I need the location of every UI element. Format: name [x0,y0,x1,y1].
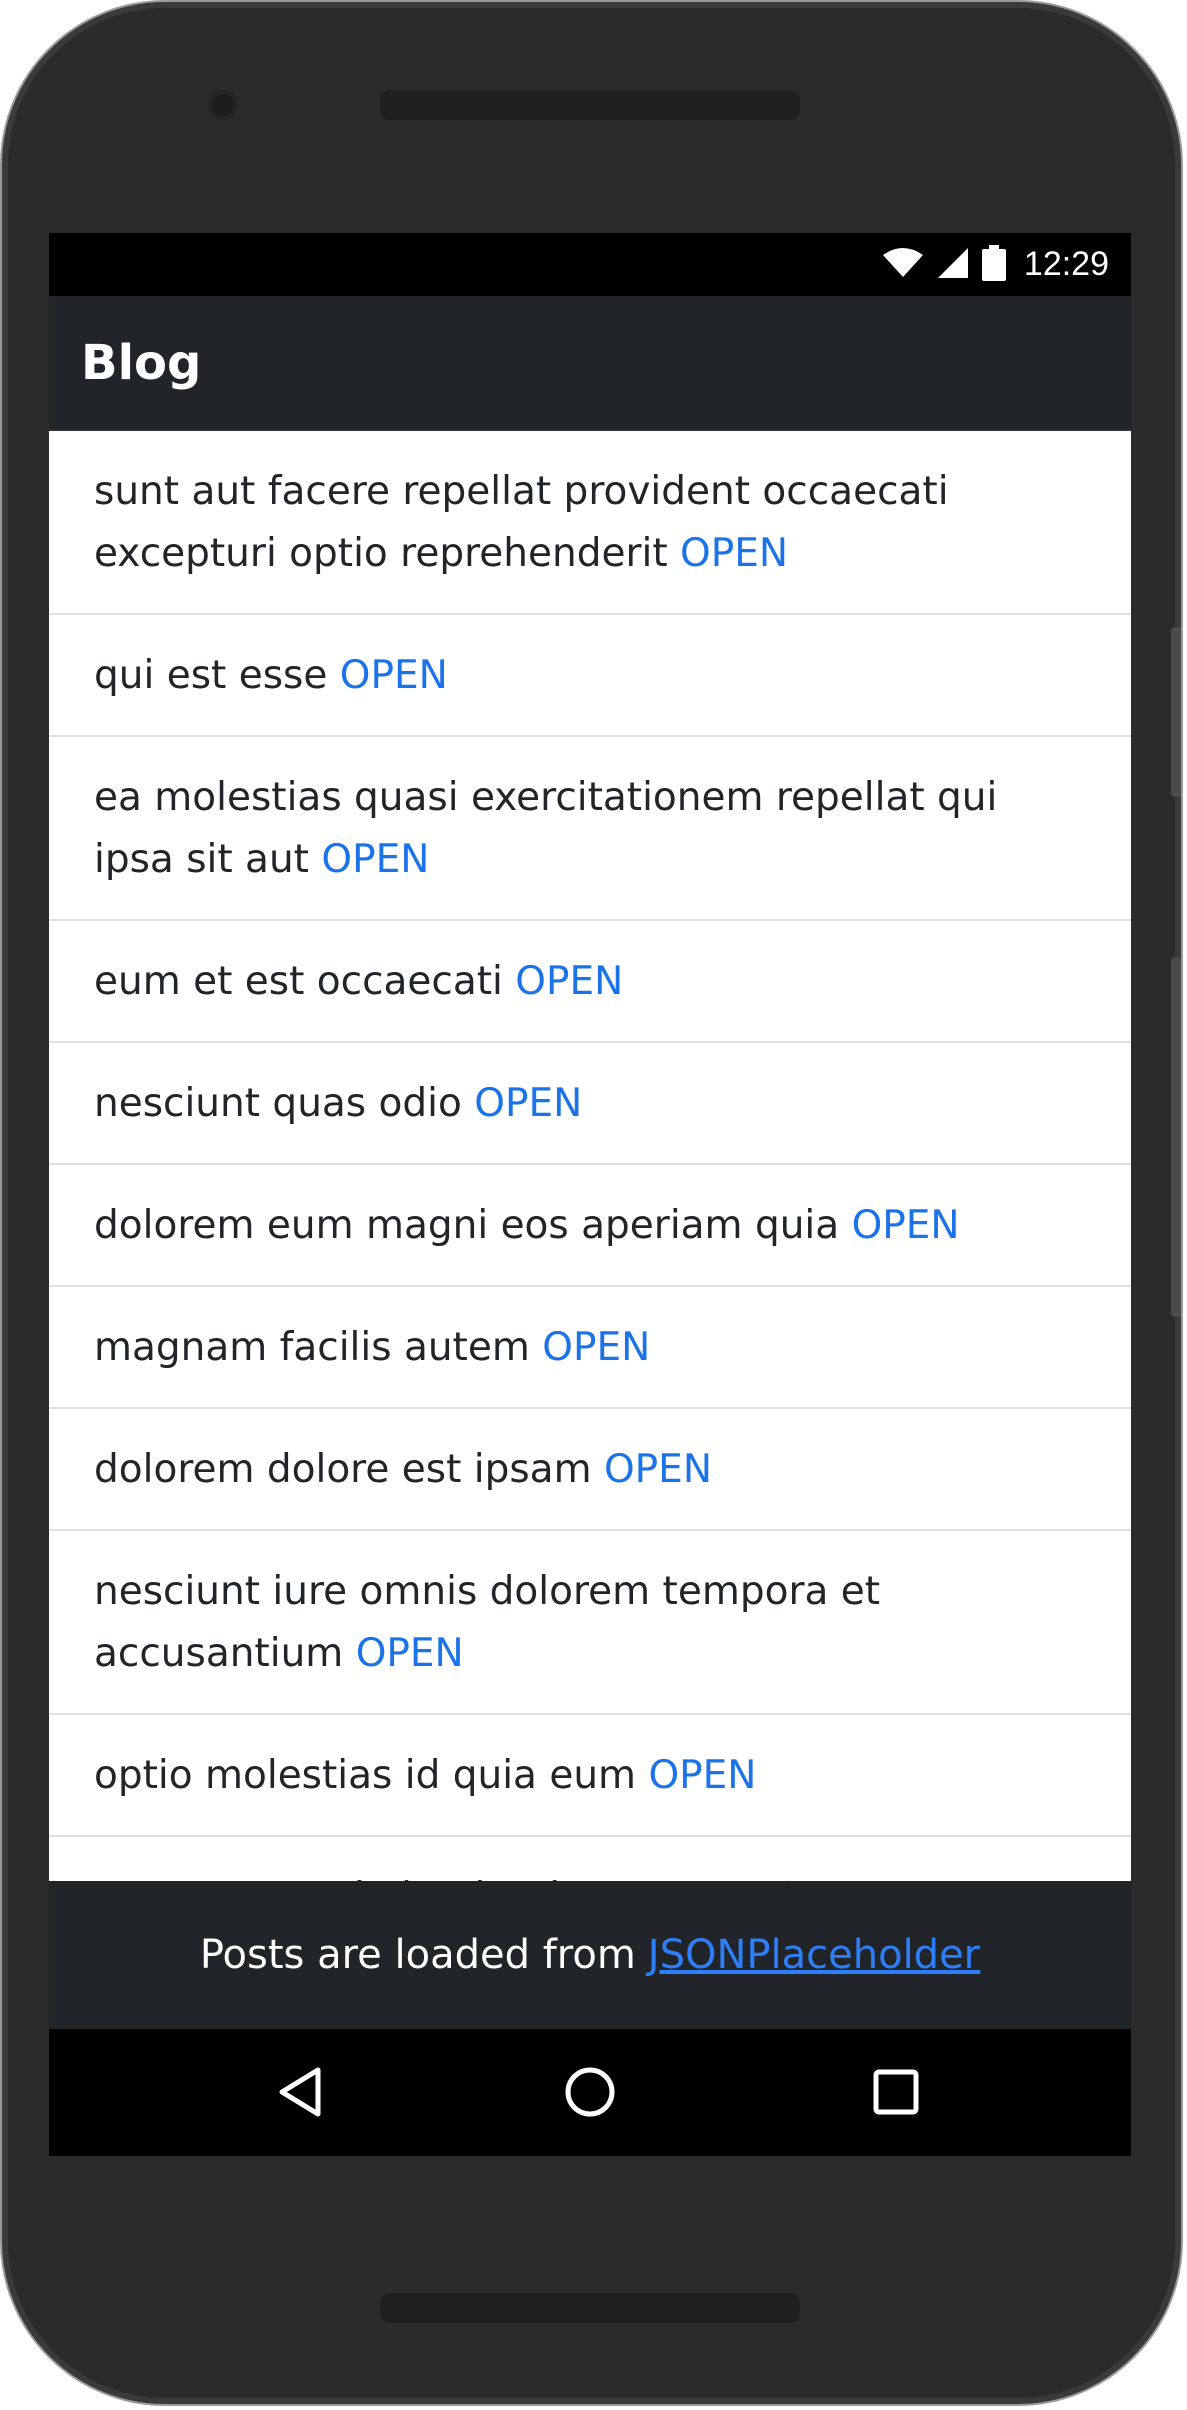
power-button [1171,627,1181,797]
nav-bar [49,2029,1131,2156]
back-button[interactable] [265,2057,335,2127]
open-post-link[interactable]: OPEN [648,1753,756,1798]
list-item: ea molestias quasi exercitationem repell… [49,737,1131,921]
post-title: sunt aut facere repellat provident occae… [94,469,949,576]
open-post-link[interactable]: OPEN [604,1447,712,1492]
list-item: magnam facilis autem OPEN [49,1287,1131,1409]
status-icons: 12:29 [882,233,1109,296]
screen: 12:29 Blog sunt aut facere repellat prov… [49,233,1131,2156]
post-title: ea molestias quasi exercitationem repell… [94,775,998,882]
phone-frame: 12:29 Blog sunt aut facere repellat prov… [0,0,1183,2406]
open-post-link[interactable]: OPEN [474,1081,582,1126]
open-post-link[interactable]: OPEN [542,1325,650,1370]
post-title: dolorem dolore est ipsam [94,1447,592,1492]
post-title: optio molestias id quia eum [94,1753,637,1798]
front-camera [208,90,238,120]
bottom-speaker [380,2293,800,2323]
open-post-link[interactable]: OPEN [515,959,623,1004]
list-item: eum et est occaecati OPEN [49,921,1131,1043]
recent-square-icon [873,2069,919,2115]
post-title: magnam facilis autem [94,1325,530,1370]
post-title: eum et est occaecati [94,959,503,1004]
wifi-icon [882,247,924,283]
post-title: dolorem eum magni eos aperiam quia [94,1203,840,1248]
open-post-link[interactable]: OPEN [680,531,788,576]
home-circle-icon [565,2067,615,2117]
status-time: 12:29 [1023,245,1109,283]
post-title: nesciunt quas odio [94,1081,462,1126]
list-item: qui est esse OPEN [49,615,1131,737]
back-triangle-icon [279,2067,321,2117]
list-item: optio molestias id quia eum OPEN [49,1715,1131,1837]
jsonplaceholder-link[interactable]: JSONPlaceholder [648,1932,980,1978]
open-post-link[interactable]: OPEN [321,837,429,882]
open-post-link[interactable]: OPEN [852,1203,960,1248]
volume-button [1171,957,1181,1317]
list-item: nesciunt quas odio OPEN [49,1043,1131,1165]
list-item: nesciunt iure omnis dolorem tempora et a… [49,1531,1131,1715]
page-title: Blog [81,335,202,391]
open-post-link[interactable]: OPEN [340,653,448,698]
post-title: nesciunt iure omnis dolorem tempora et a… [94,1569,881,1676]
recent-apps-button[interactable] [861,2057,931,2127]
status-bar: 12:29 [49,233,1131,296]
list-item: dolorem dolore est ipsam OPEN [49,1409,1131,1531]
earpiece-speaker [380,90,800,120]
list-item: dolorem eum magni eos aperiam quia OPEN [49,1165,1131,1287]
open-post-link[interactable]: OPEN [356,1631,464,1676]
battery-icon [981,244,1006,285]
post-title: qui est esse [94,653,328,698]
footer-text: Posts are loaded from [199,1932,636,1978]
footer: Posts are loaded from JSONPlaceholder [49,1881,1131,2029]
post-list[interactable]: sunt aut facere repellat provident occae… [49,431,1131,2111]
cell-signal-icon [936,247,970,283]
app-bar: Blog [49,296,1131,431]
home-button[interactable] [555,2057,625,2127]
list-item: sunt aut facere repellat provident occae… [49,431,1131,615]
